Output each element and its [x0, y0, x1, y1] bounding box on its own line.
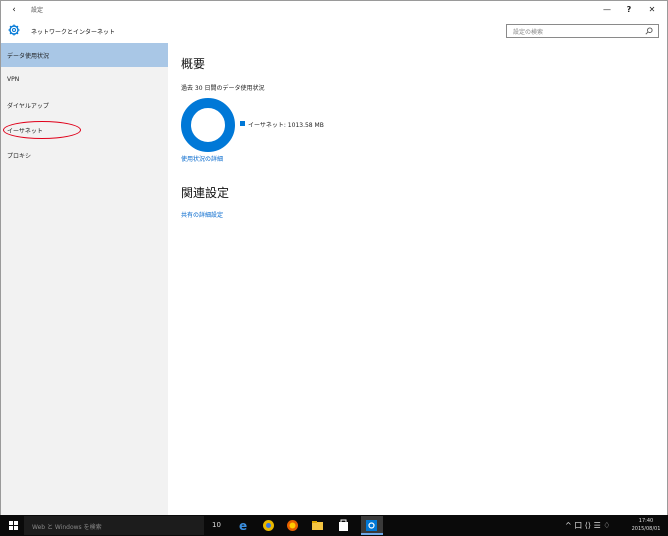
edge-icon[interactable]: e: [238, 519, 251, 532]
advanced-sharing-link[interactable]: 共有の詳細設定: [181, 210, 223, 219]
search-icon[interactable]: [645, 27, 653, 35]
title-bar: ‹ 設定 — ? ✕: [1, 1, 667, 19]
close-button[interactable]: ✕: [642, 3, 662, 17]
settings-gear-icon: [366, 520, 377, 531]
settings-window: ‹ 設定 — ? ✕ ネットワークとインターネット 設定の検索 データ使用状況 …: [0, 0, 668, 515]
usage-caption: 過去 30 日間のデータ使用状況: [181, 85, 265, 92]
sidebar-item-dialup[interactable]: ダイヤルアップ: [1, 93, 168, 117]
window-title: 設定: [31, 7, 44, 14]
sidebar-item-label: プロキシ: [7, 153, 32, 160]
gear-icon: [8, 24, 20, 36]
maximize-button[interactable]: ?: [619, 3, 639, 17]
legend-swatch: [240, 121, 245, 126]
clock-date: 2015/08/01: [631, 526, 661, 532]
taskbar-search-input[interactable]: Web と Windows を検索: [24, 516, 204, 535]
taskbar: Web と Windows を検索 10 e ^ 口 ⟨⟩ ☰ ♢ 17:40 …: [0, 515, 668, 536]
page-title: ネットワークとインターネット: [31, 29, 116, 36]
sidebar-item-proxy[interactable]: プロキシ: [1, 143, 168, 167]
main-content: 概要 過去 30 日間のデータ使用状況 イーサネット: 1013.58 MB 使…: [168, 43, 667, 515]
donut-slice-0: [181, 98, 235, 152]
settings-search-input[interactable]: 設定の検索: [506, 24, 659, 38]
usage-details-link[interactable]: 使用状況の詳細: [181, 154, 223, 163]
chrome-icon[interactable]: [262, 519, 275, 532]
sidebar-item-label: VPN: [7, 76, 20, 83]
overview-heading: 概要: [181, 57, 206, 71]
file-explorer-icon[interactable]: [311, 519, 324, 532]
clock[interactable]: 17:40 2015/08/01: [626, 517, 666, 533]
taskbar-search-placeholder: Web と Windows を検索: [32, 524, 102, 531]
svg-text:e: e: [239, 519, 247, 532]
sidebar-item-vpn[interactable]: VPN: [1, 68, 168, 92]
legend-label: イーサネット: 1013.58 MB: [248, 122, 324, 129]
firefox-icon[interactable]: [286, 519, 299, 532]
clock-time: 17:40: [638, 518, 654, 524]
windows-start-icon[interactable]: [9, 521, 18, 530]
usage-donut-chart: [181, 98, 235, 152]
sidebar-item-label: データ使用状況: [7, 53, 50, 60]
annotation-ellipse: [3, 121, 81, 139]
search-placeholder: 設定の検索: [513, 29, 544, 36]
page-header: ネットワークとインターネット 設定の検索: [1, 19, 667, 43]
sidebar-item-label: ダイヤルアップ: [7, 103, 49, 110]
sidebar-item-data-usage[interactable]: データ使用状況: [1, 43, 168, 67]
related-settings-heading: 関連設定: [181, 186, 230, 200]
system-tray-icons[interactable]: ^ 口 ⟨⟩ ☰ ♢: [565, 520, 610, 531]
back-button[interactable]: ‹: [7, 3, 21, 17]
ime-indicator[interactable]: 10: [212, 521, 221, 529]
sidebar: データ使用状況 VPN ダイヤルアップ イーサネット プロキシ: [1, 43, 168, 515]
store-icon[interactable]: [337, 519, 350, 532]
minimize-button[interactable]: —: [597, 3, 617, 17]
